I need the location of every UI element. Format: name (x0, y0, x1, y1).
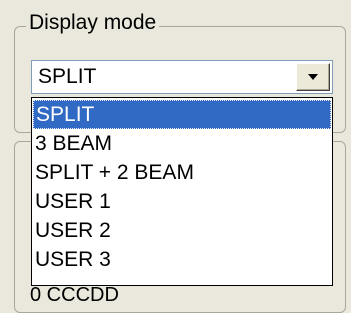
display-mode-group-title: Display mode (26, 10, 160, 36)
option-3-beam[interactable]: 3 BEAM (32, 129, 332, 158)
dropdown-arrow-button[interactable] (296, 63, 330, 91)
option-user-3[interactable]: USER 3 (32, 245, 332, 274)
lower-group-partial-text: 0 CCCDD (30, 284, 119, 306)
display-mode-select[interactable]: SPLIT (31, 60, 333, 94)
option-user-2[interactable]: USER 2 (32, 216, 332, 245)
option-split[interactable]: SPLIT (33, 100, 331, 129)
chevron-down-icon (308, 74, 318, 80)
option-user-1[interactable]: USER 1 (32, 187, 332, 216)
option-split-2-beam[interactable]: SPLIT + 2 BEAM (32, 158, 332, 187)
display-mode-select-value: SPLIT (38, 65, 97, 88)
display-mode-options-list[interactable]: SPLIT 3 BEAM SPLIT + 2 BEAM USER 1 USER … (31, 97, 333, 286)
